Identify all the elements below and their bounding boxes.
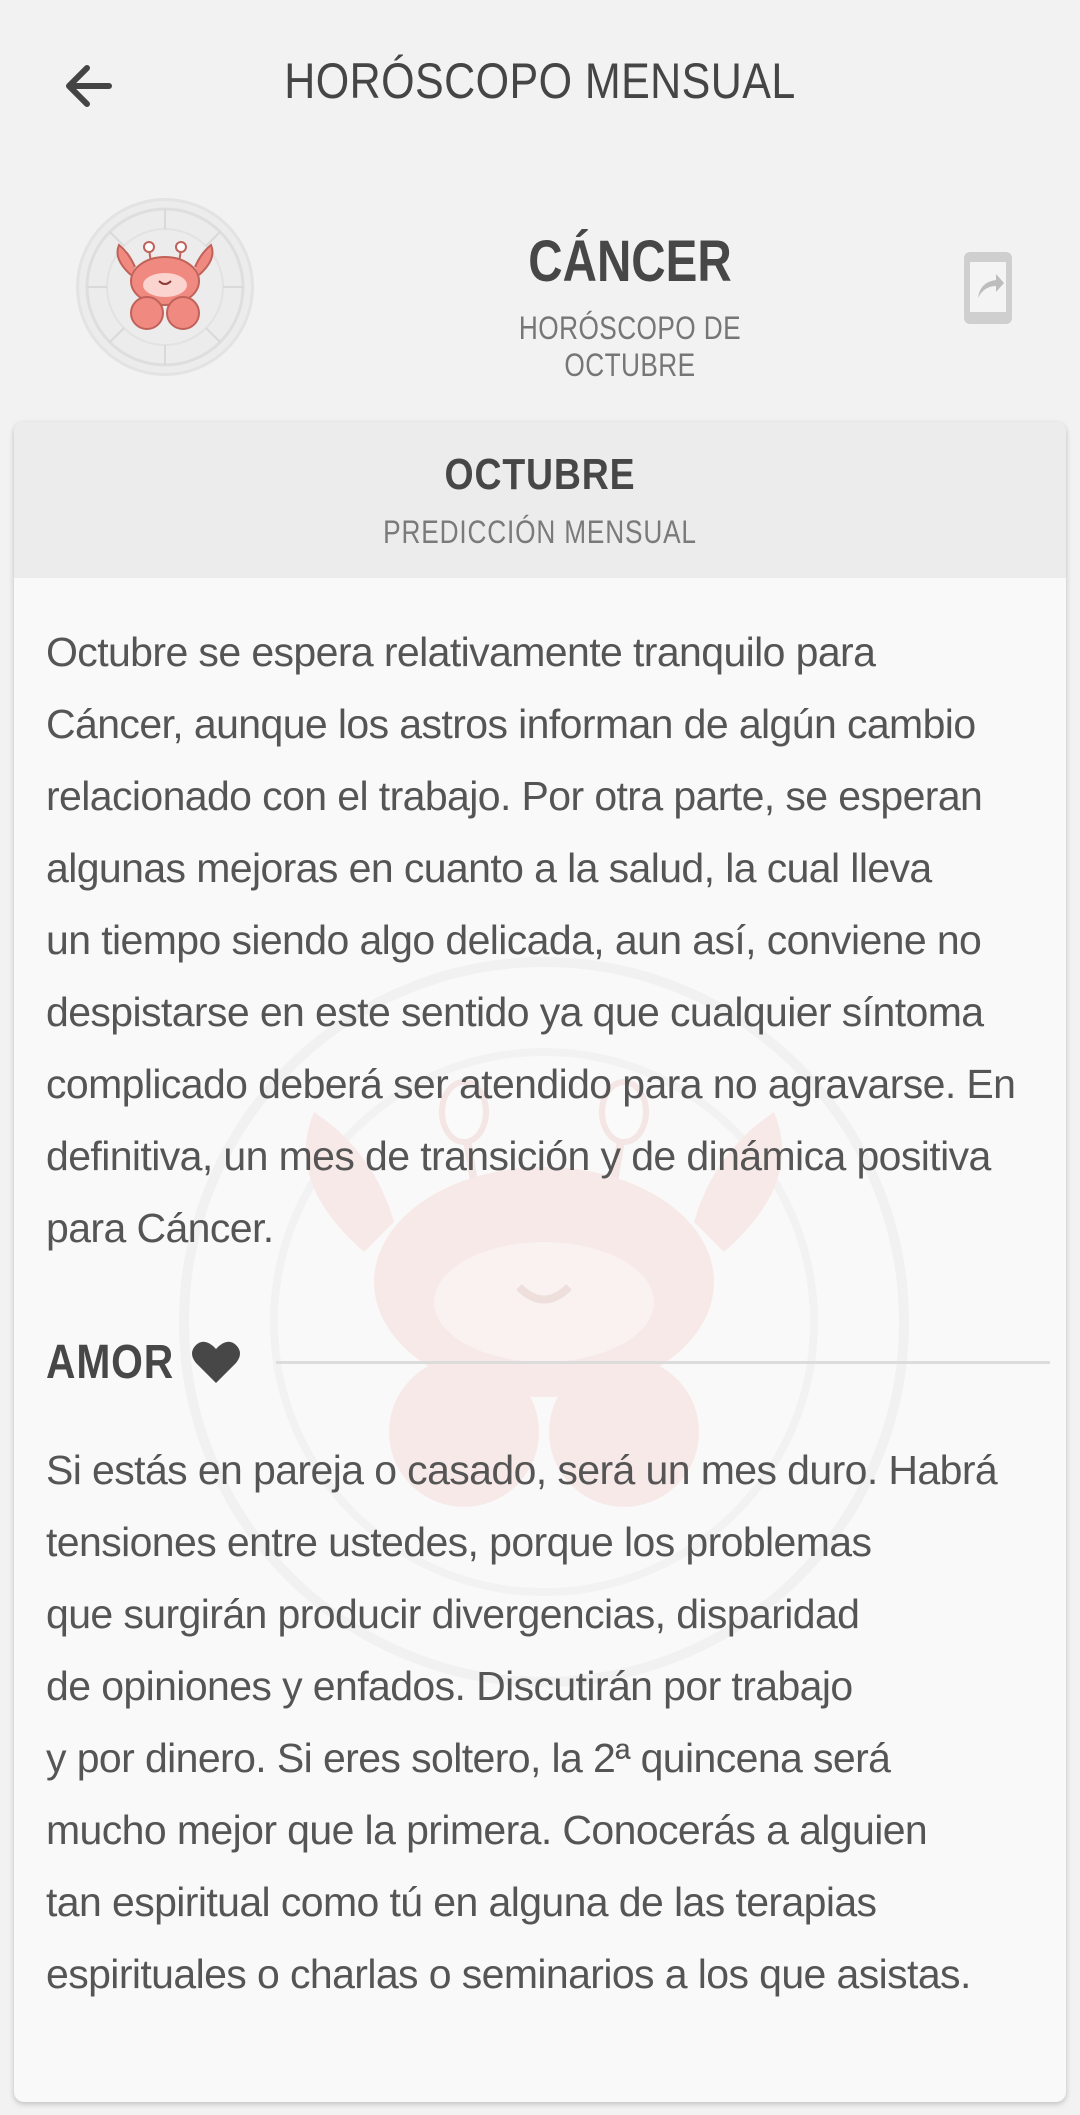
text-line: mucho mejor que la primera. Conocerás a …: [46, 1807, 928, 1853]
text-line: Cáncer, aunque los astros informan de al…: [46, 701, 976, 747]
general-prediction: Octubre se espera relativamente tranquil…: [46, 616, 1046, 1264]
app-screen: HORÓSCOPO MENSUAL CÁNCER HORÓSCOPO DE OC…: [0, 0, 1080, 2115]
text-line: tensiones entre ustedes, porque los prob…: [46, 1519, 872, 1565]
page-title: HORÓSCOPO MENSUAL: [284, 53, 796, 109]
sign-subtitle: HORÓSCOPO DE OCTUBRE: [518, 310, 742, 383]
text-line: algunas mejoras en cuanto a la salud, la…: [46, 845, 932, 891]
heart-icon: [192, 1341, 240, 1383]
text-line: un tiempo siendo algo delicada, aun así,…: [46, 917, 982, 963]
sign-avatar: [76, 198, 254, 376]
text-line: definitiva, un mes de transición y de di…: [46, 1133, 991, 1179]
prediction-card: OCTUBRE PREDICCIÓN MENSUAL Octubre se es…: [14, 422, 1066, 2102]
share-icon: [964, 252, 1012, 324]
section-divider: [276, 1360, 1050, 1364]
text-line: para Cáncer.: [46, 1205, 274, 1251]
sign-header: CÁNCER HORÓSCOPO DE OCTUBRE: [0, 180, 1080, 400]
love-section-title: AMOR: [46, 1335, 175, 1389]
text-line: que surgirán producir divergencias, disp…: [46, 1591, 860, 1637]
text-line: relacionado con el trabajo. Por otra par…: [46, 773, 983, 819]
card-title: OCTUBRE: [444, 450, 636, 499]
crab-icon: [85, 207, 245, 367]
text-line: despistarse en este sentido ya que cualq…: [46, 989, 984, 1035]
top-bar: HORÓSCOPO MENSUAL: [0, 0, 1080, 165]
love-section-header: AMOR: [46, 1327, 1050, 1397]
share-button[interactable]: [960, 248, 1016, 328]
text-line: espirituales o charlas o seminarios a lo…: [46, 1951, 971, 1997]
text-line: complicado deberá ser atendido para no a…: [46, 1061, 1016, 1107]
love-prediction: Si estás en pareja o casado, será un mes…: [46, 1434, 1046, 2010]
sign-name: CÁNCER: [528, 229, 732, 294]
text-line: de opiniones y enfados. Discutirán por t…: [46, 1663, 853, 1709]
text-line: tan espiritual como tú en alguna de las …: [46, 1879, 877, 1925]
text-line: Octubre se espera relativamente tranquil…: [46, 629, 876, 675]
text-line: Si estás en pareja o casado, será un mes…: [46, 1447, 998, 1493]
card-subtitle: PREDICCIÓN MENSUAL: [383, 514, 697, 550]
text-line: y por dinero. Si eres soltero, la 2ª qui…: [46, 1735, 891, 1781]
card-header: OCTUBRE PREDICCIÓN MENSUAL: [14, 422, 1066, 578]
